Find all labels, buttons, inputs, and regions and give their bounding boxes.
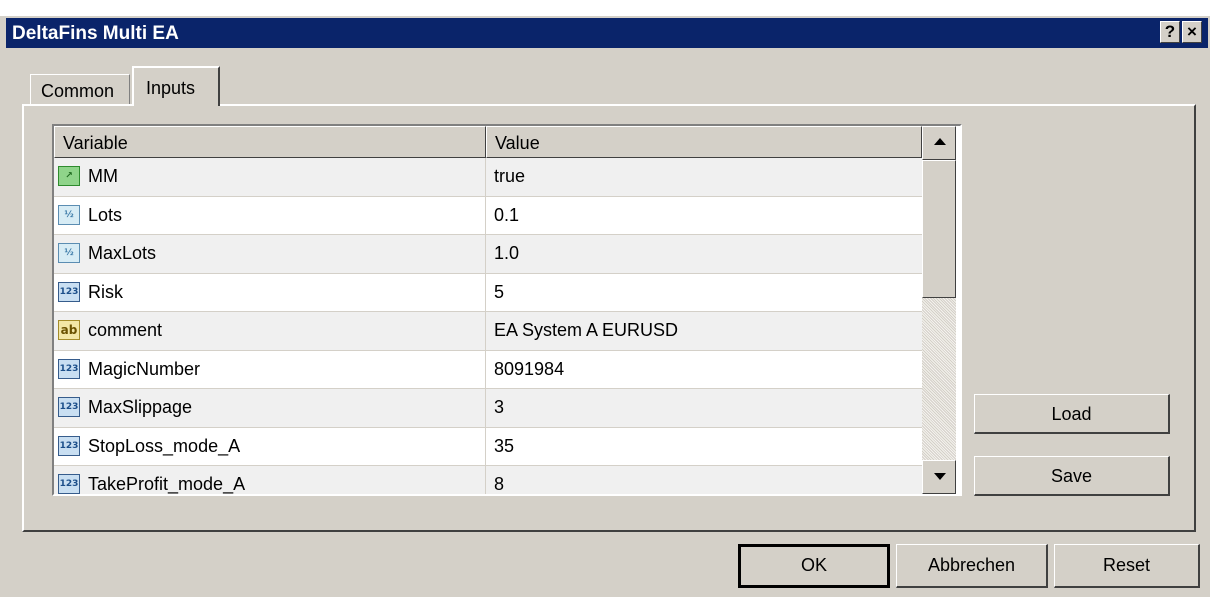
cancel-button[interactable]: Abbrechen — [896, 544, 1048, 588]
int-icon: 123 — [58, 397, 80, 417]
value-cell[interactable]: 1.0 — [486, 235, 922, 273]
int-icon: 123 — [58, 281, 80, 302]
value-cell[interactable]: EA System A EURUSD — [486, 312, 922, 350]
variable-cell[interactable]: ½ MaxLots — [54, 235, 486, 273]
close-button[interactable]: × — [1182, 21, 1202, 43]
variable-cell[interactable]: 123 MaxSlippage — [54, 389, 486, 427]
tab-inputs-label: Inputs — [146, 78, 196, 98]
table-row[interactable]: 123 MaxSlippage 3 — [54, 389, 922, 428]
table-row[interactable]: 123 StopLoss_mode_A 35 — [54, 427, 922, 466]
scroll-down-button[interactable] — [922, 460, 956, 494]
variable-name: MaxSlippage — [88, 397, 193, 417]
table-row[interactable]: ↗ MM true — [54, 158, 922, 197]
variable-value: 5 — [494, 281, 505, 302]
value-cell[interactable]: 0.1 — [486, 197, 922, 235]
help-button[interactable]: ? — [1160, 21, 1180, 43]
arrow-up-icon — [934, 138, 946, 145]
scroll-thumb[interactable] — [922, 160, 956, 298]
variable-name: MaxLots — [88, 243, 157, 263]
vertical-scrollbar[interactable] — [922, 126, 956, 494]
table-row[interactable]: 123 MagicNumber 8091984 — [54, 350, 922, 389]
tab-common-label: Common — [41, 81, 115, 101]
value-cell[interactable]: true — [486, 158, 922, 196]
variable-cell[interactable]: 123 StopLoss_mode_A — [54, 427, 486, 465]
table-row[interactable]: 123 TakeProfit_mode_A 8 — [54, 466, 922, 494]
variable-cell[interactable]: 123 MagicNumber — [54, 350, 486, 388]
reset-button[interactable]: Reset — [1054, 544, 1200, 588]
variable-name: comment — [88, 320, 163, 340]
ok-button[interactable]: OK — [738, 544, 890, 588]
arrow-down-icon — [934, 473, 946, 480]
column-header-variable[interactable]: Variable — [54, 126, 486, 158]
variable-cell[interactable]: 123 TakeProfit_mode_A — [54, 466, 486, 494]
variable-value: true — [494, 166, 526, 186]
variable-value: EA System A EURUSD — [494, 320, 679, 340]
variable-value: 35 — [494, 435, 515, 456]
string-icon: ab — [58, 320, 80, 340]
variable-cell[interactable]: ab comment — [54, 312, 486, 350]
table-rows: ↗ MM true ½ Lots 0.1 ½ MaxLots 1.0 123 Risk 5 ab comm… — [54, 158, 922, 494]
variable-name: TakeProfit_mode_A — [88, 474, 246, 494]
double-icon: ½ — [58, 243, 80, 263]
tab-common[interactable]: Common — [30, 74, 130, 104]
value-cell[interactable]: 3 — [486, 389, 922, 427]
variable-value: 8 — [494, 474, 505, 494]
variable-name: Risk — [88, 281, 123, 302]
table-row[interactable]: ½ Lots 0.1 — [54, 196, 922, 235]
table-row[interactable]: ½ MaxLots 1.0 — [54, 235, 922, 274]
bool-icon: ↗ — [58, 166, 80, 186]
dialog-window: DeltaFins Multi EA ? × Common Inputs Var… — [0, 0, 1210, 597]
scroll-up-button[interactable] — [922, 126, 956, 160]
load-button[interactable]: Load — [974, 394, 1170, 434]
table-row[interactable]: ab comment EA System A EURUSD — [54, 312, 922, 351]
variable-name: Lots — [88, 204, 123, 225]
tab-inputs[interactable]: Inputs — [132, 66, 220, 106]
variable-value: 0.1 — [494, 204, 520, 225]
value-cell[interactable]: 8 — [486, 466, 922, 494]
save-button[interactable]: Save — [974, 456, 1170, 496]
variable-cell[interactable]: ↗ MM — [54, 158, 486, 196]
column-header-value[interactable]: Value — [486, 126, 922, 158]
value-cell[interactable]: 5 — [486, 274, 922, 312]
value-cell[interactable]: 8091984 — [486, 351, 922, 389]
int-icon: 123 — [58, 435, 80, 456]
title-bar[interactable]: DeltaFins Multi EA ? × — [6, 18, 1208, 48]
variable-value: 3 — [494, 397, 505, 417]
double-icon: ½ — [58, 204, 80, 225]
variable-name: MagicNumber — [88, 358, 201, 379]
inputs-list: Variable Value ↗ MM true ½ Lots 0.1 ½ MaxLots 1.… — [52, 124, 962, 496]
variable-cell[interactable]: ½ Lots — [54, 196, 486, 234]
variable-name: StopLoss_mode_A — [88, 435, 241, 456]
variable-value: 1.0 — [494, 243, 520, 263]
table-row[interactable]: 123 Risk 5 — [54, 273, 922, 312]
int-icon: 123 — [58, 474, 80, 494]
variable-cell[interactable]: 123 Risk — [54, 273, 486, 311]
value-cell[interactable]: 35 — [486, 428, 922, 466]
desktop-strip — [0, 0, 1210, 16]
variable-name: MM — [88, 166, 118, 186]
int-icon: 123 — [58, 358, 80, 379]
window-title: DeltaFins Multi EA — [12, 23, 179, 44]
variable-value: 8091984 — [494, 358, 565, 379]
